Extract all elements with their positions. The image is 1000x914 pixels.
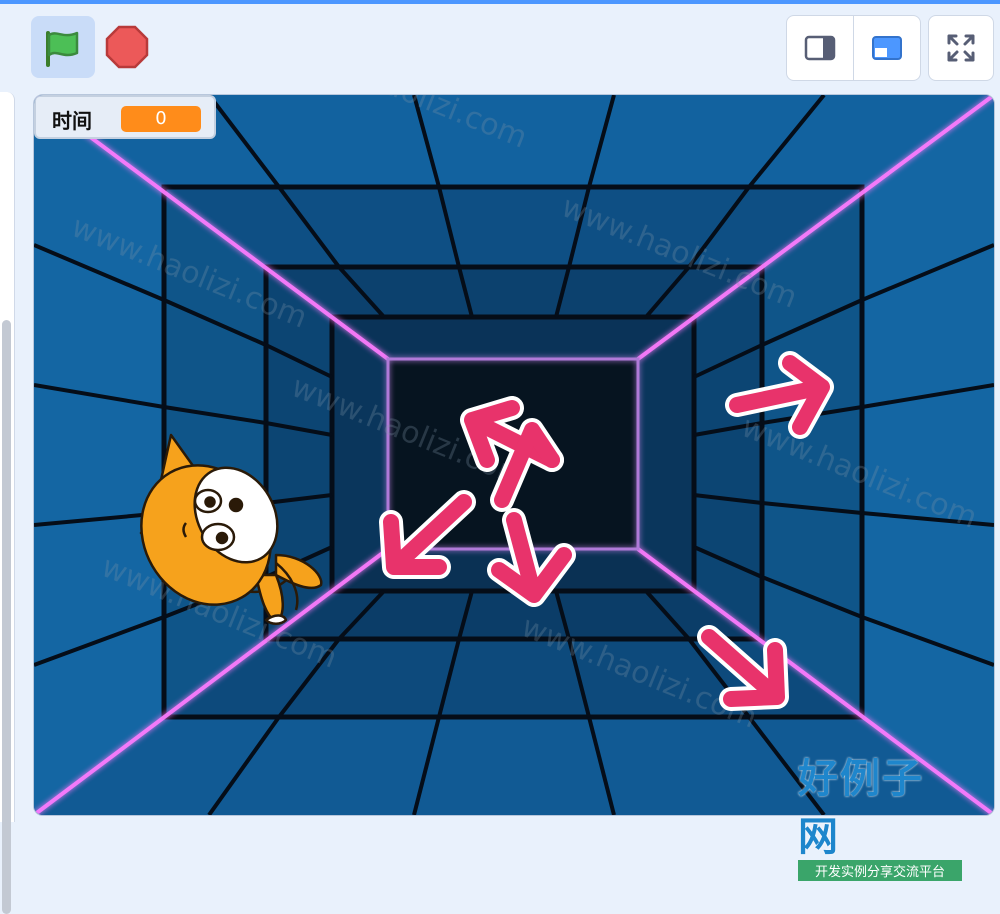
logo-title: 好例子网: [798, 755, 924, 860]
stage[interactable]: www.haolizi.com www.haolizi.com www.haol…: [33, 94, 995, 816]
variable-monitor: 时间 0: [34, 95, 216, 139]
small-stage-button[interactable]: [787, 16, 853, 80]
stop-button[interactable]: [104, 24, 150, 74]
fullscreen-button[interactable]: [928, 15, 994, 81]
site-logo: 好例子网 开发实例分享交流平台: [798, 746, 962, 881]
large-stage-button[interactable]: [853, 16, 920, 80]
left-panel-edge: [0, 92, 15, 914]
logo-subtitle: 开发实例分享交流平台: [798, 860, 962, 881]
small-stage-icon: [804, 35, 836, 61]
left-scrollbar[interactable]: [2, 320, 11, 914]
green-flag-button[interactable]: [31, 16, 95, 78]
monitor-value: 0: [121, 106, 201, 132]
top-accent-line: [0, 0, 1000, 4]
monitor-label: 时间: [52, 109, 92, 133]
arrow-down-right[interactable]: [689, 615, 799, 715]
cat-sprite[interactable]: [126, 425, 336, 635]
arrow-down-left[interactable]: [369, 487, 479, 587]
arrow-right[interactable]: [722, 345, 852, 445]
large-stage-icon: [872, 36, 902, 60]
stop-icon: [105, 25, 149, 69]
arrow-down[interactable]: [474, 505, 584, 615]
green-flag-icon: [46, 31, 79, 67]
fullscreen-icon: [947, 34, 975, 62]
stage-size-toggle: [786, 15, 921, 81]
